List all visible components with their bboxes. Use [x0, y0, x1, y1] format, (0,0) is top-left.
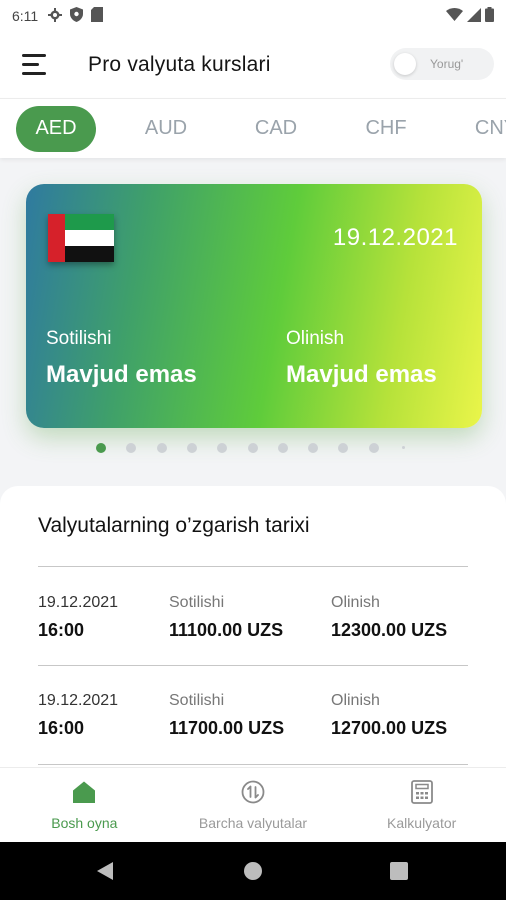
tab-aed[interactable]: AED [16, 105, 96, 152]
menu-icon[interactable] [22, 54, 48, 76]
nav-all-currencies-label: Barcha valyutalar [198, 815, 308, 831]
tab-chf[interactable]: CHF [346, 106, 426, 152]
sd-card-icon [91, 7, 104, 25]
back-icon[interactable] [96, 861, 114, 886]
status-bar: 6:11 [0, 0, 506, 32]
currency-exchange-icon [241, 780, 265, 809]
divider [38, 665, 468, 666]
sell-value: Mavjud emas [46, 361, 197, 388]
pager-dot[interactable] [126, 443, 137, 453]
pager-dot[interactable] [156, 443, 167, 453]
card-date: 19.12.2021 [332, 224, 458, 251]
row-sell-value: 11100.00 UZS [169, 620, 284, 640]
pager-dot[interactable] [186, 443, 197, 453]
nav-all-currencies[interactable]: Barcha valyutalar [169, 768, 338, 842]
app-title: Pro valyuta kurslari [88, 53, 271, 76]
divider [38, 764, 468, 765]
history-row: 19.12.2021 16:00 Sotilishi 11100.00 UZS … [38, 594, 468, 666]
row-date: 19.12.2021 [38, 692, 119, 709]
pager-dot[interactable] [402, 446, 405, 449]
bottom-nav: Bosh oyna Barcha valyutalar Kalkulyator [0, 767, 506, 842]
tab-aud[interactable]: AUD [126, 106, 206, 152]
pager-dot[interactable] [247, 443, 258, 453]
calculator-icon [410, 780, 433, 809]
home-icon [72, 780, 96, 809]
wifi-icon [446, 8, 463, 24]
status-time: 6:11 [12, 8, 39, 24]
shield-icon [70, 7, 84, 25]
tab-cny[interactable]: CNY [456, 106, 506, 152]
history-row: 19.12.2021 16:00 Sotilishi 11700.00 UZS … [38, 692, 468, 764]
uae-flag-icon [48, 214, 114, 262]
system-nav-bar [0, 842, 506, 900]
pager-dot[interactable] [368, 443, 379, 453]
theme-toggle-label: Yorug' [430, 57, 464, 71]
home-circle-icon[interactable] [243, 861, 263, 886]
pager-dot[interactable] [96, 443, 106, 453]
history-panel: Valyutalarning o’zgarish tarixi 19.12.20… [0, 486, 506, 786]
row-date: 19.12.2021 [38, 594, 119, 611]
recents-icon[interactable] [390, 862, 408, 885]
signal-icon [467, 7, 481, 25]
buy-value: Mavjud emas [286, 361, 437, 388]
row-buy-value: 12300.00 UZS [331, 620, 448, 640]
toggle-knob [394, 53, 416, 75]
gear-icon [48, 7, 63, 25]
nav-home-label: Bosh oyna [51, 815, 118, 831]
tab-cad[interactable]: CAD [236, 106, 316, 152]
row-time: 16:00 [38, 718, 85, 738]
pager-dot[interactable] [308, 443, 319, 453]
row-buy-label: Olinish [331, 692, 380, 709]
pager-dot[interactable] [217, 443, 228, 453]
nav-calculator[interactable]: Kalkulyator [337, 768, 506, 842]
sell-label: Sotilishi [46, 328, 112, 349]
history-title: Valyutalarning o’zgarish tarixi [38, 514, 310, 537]
row-sell-label: Sotilishi [169, 692, 225, 709]
row-sell-value: 11700.00 UZS [169, 718, 285, 738]
row-buy-value: 12700.00 UZS [331, 718, 448, 738]
row-buy-label: Olinish [331, 594, 380, 611]
nav-calculator-label: Kalkulyator [387, 815, 457, 831]
battery-icon [485, 7, 494, 25]
app-bar: Pro valyuta kurslari Yorug' [0, 32, 506, 98]
row-time: 16:00 [38, 620, 85, 640]
divider [38, 566, 468, 567]
pager-dot[interactable] [277, 443, 288, 453]
nav-home[interactable]: Bosh oyna [0, 768, 169, 842]
pager-dot[interactable] [338, 443, 349, 453]
buy-label: Olinish [286, 328, 345, 349]
theme-toggle[interactable]: Yorug' [390, 48, 494, 80]
rate-card[interactable]: 19.12.2021 Sotilishi Mavjud emas Olinish… [26, 184, 482, 428]
row-sell-label: Sotilishi [169, 594, 225, 611]
currency-tabs: AED AUD CAD CHF CNY [0, 98, 506, 158]
pager-dots [0, 441, 506, 455]
